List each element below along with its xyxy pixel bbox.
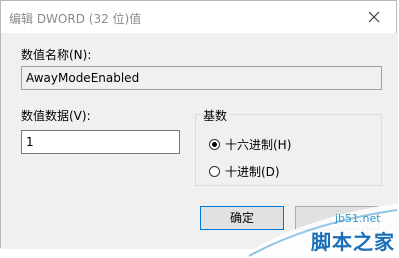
edit-dword-dialog: 编辑 DWORD (32 位)值 数值名称(N): AwayModeEnable… <box>0 0 398 249</box>
ok-button[interactable]: 确定 <box>200 206 284 230</box>
base-label: 基数 <box>201 107 230 124</box>
close-button[interactable] <box>352 1 396 33</box>
value-name-field: AwayModeEnabled <box>21 66 382 90</box>
radio-decimal[interactable]: 十进制(D) <box>209 163 280 180</box>
radio-unselected-icon <box>209 166 220 177</box>
dialog-content: 数值名称(N): AwayModeEnabled 数值数据(V): 1 基数 十… <box>1 33 398 249</box>
radio-selected-icon <box>209 139 220 150</box>
radio-hexadecimal-label: 十六进制(H) <box>225 138 292 152</box>
radio-hexadecimal[interactable]: 十六进制(H) <box>209 136 291 153</box>
value-data-label: 数值数据(V): <box>21 109 91 123</box>
value-data-input[interactable]: 1 <box>21 130 180 154</box>
radio-decimal-label: 十进制(D) <box>225 165 280 179</box>
title-bar: 编辑 DWORD (32 位)值 <box>1 1 396 33</box>
value-name-label: 数值名称(N): <box>21 48 92 62</box>
close-icon <box>368 11 380 23</box>
dialog-title: 编辑 DWORD (32 位)值 <box>9 12 142 26</box>
cancel-button[interactable] <box>295 206 379 230</box>
